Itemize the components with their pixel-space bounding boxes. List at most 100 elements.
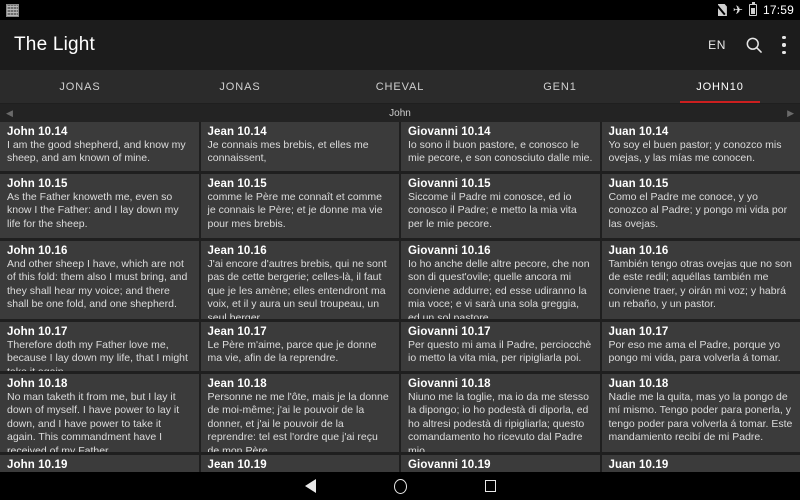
app-bar: The Light EN: [0, 20, 800, 70]
verse-card[interactable]: Juan 10.19 Y volvió á haber disensión en…: [601, 455, 800, 472]
verse-text: Per questo mi ama il Padre, perciocchè i…: [408, 339, 592, 365]
language-button[interactable]: EN: [708, 38, 726, 52]
tab-jonas-2[interactable]: JONAS: [160, 70, 320, 103]
verse-text: comme le Père me connaît et comme je con…: [207, 191, 383, 230]
verse-text: And other sheep I have, which are not of…: [7, 258, 188, 311]
verse-reference: John 10.17: [7, 326, 68, 338]
verse-reference: Jean 10.19: [207, 459, 267, 471]
verse-text: Io ho anche delle altre pecore, che non …: [408, 258, 590, 319]
verse-text: Siccome il Padre mi conosce, ed io conos…: [408, 191, 577, 230]
verse-text: Como el Padre me conoce, y yo conozco al…: [608, 191, 788, 230]
verse-column-italian[interactable]: Giovanni 10.14 Io sono il buon pastore, …: [401, 122, 600, 472]
verse-card[interactable]: Juan 10.18 Nadie me la quita, mas yo la …: [601, 374, 800, 452]
verse-text: Je connais mes brebis, et elles me conna…: [207, 139, 369, 165]
verse-reference: John 10.15: [7, 178, 68, 190]
home-icon[interactable]: [393, 478, 407, 494]
search-icon[interactable]: [744, 35, 764, 55]
verse-column-french[interactable]: Jean 10.14 Je connais mes brebis, et ell…: [200, 122, 399, 472]
verse-reference: Giovanni 10.16: [408, 245, 491, 257]
tab-john10[interactable]: JOHN10: [640, 70, 800, 103]
verse-reference: Jean 10.14: [207, 126, 267, 138]
verse-grid: John 10.14 I am the good shepherd, and k…: [0, 122, 800, 472]
verse-reference: Jean 10.15: [207, 178, 267, 190]
verse-text: También tengo otras ovejas que no son de…: [608, 258, 792, 311]
verse-card[interactable]: Giovanni 10.14 Io sono il buon pastore, …: [401, 122, 600, 171]
status-bar-clock: 17:59: [762, 3, 794, 17]
verse-card[interactable]: Jean 10.14 Je connais mes brebis, et ell…: [200, 122, 399, 171]
verse-card[interactable]: John 10.14 I am the good shepherd, and k…: [0, 122, 199, 171]
verse-card[interactable]: Juan 10.14 Yo soy el buen pastor; y cono…: [601, 122, 800, 171]
status-bar: ✈ 17:59: [0, 0, 800, 20]
verse-reference: John 10.16: [7, 245, 68, 257]
verse-column-english[interactable]: John 10.14 I am the good shepherd, and k…: [0, 122, 199, 472]
verse-card[interactable]: John 10.15 As the Father knoweth me, eve…: [0, 174, 199, 238]
verse-card[interactable]: Giovanni 10.19 Perciò nacque di nuovo di…: [401, 455, 600, 472]
tab-label: JOHN10: [696, 80, 744, 93]
app-root: ✈ 17:59 The Light EN JONAS JONAS CHEVAL …: [0, 0, 800, 500]
recents-icon[interactable]: [484, 480, 496, 492]
verse-card[interactable]: Jean 10.16 J'ai encore d'autres brebis, …: [200, 241, 399, 319]
verse-card[interactable]: Giovanni 10.16 Io ho anche delle altre p…: [401, 241, 600, 319]
verse-text: Therefore doth my Father love me, becaus…: [7, 339, 188, 371]
verse-text: I am the good shepherd, and know my shee…: [7, 139, 186, 165]
verse-text: Le Père m'aime, parce que je donne ma vi…: [207, 339, 377, 365]
verse-card[interactable]: Jean 10.18 Personne ne me l'ôte, mais je…: [200, 374, 399, 452]
verse-reference: Giovanni 10.18: [408, 378, 491, 390]
tab-label: GEN1: [543, 80, 577, 93]
verse-column-spanish[interactable]: Juan 10.14 Yo soy el buen pastor; y cono…: [601, 122, 800, 472]
verse-reference: John 10.19: [7, 459, 68, 471]
verse-text: Io sono il buon pastore, e conosco le mi…: [408, 139, 593, 165]
verse-card[interactable]: Giovanni 10.18 Niuno me la toglie, ma io…: [401, 374, 600, 452]
verse-text: Personne ne me l'ôte, mais je la donne d…: [207, 391, 389, 452]
tab-bar: JONAS JONAS CHEVAL GEN1 JOHN10: [0, 70, 800, 104]
verse-card[interactable]: John 10.18 No man taketh it from me, but…: [0, 374, 199, 452]
tab-jonas-1[interactable]: JONAS: [0, 70, 160, 103]
battery-icon: [748, 2, 757, 16]
verse-reference: Juan 10.15: [608, 178, 669, 190]
tab-gen1[interactable]: GEN1: [480, 70, 640, 103]
no-sim-icon: [718, 4, 727, 16]
verse-text: Por eso me ama el Padre, porque yo pongo…: [608, 339, 781, 365]
verse-card[interactable]: Jean 10.17 Le Père m'aime, parce que je …: [200, 322, 399, 371]
verse-card[interactable]: Giovanni 10.17 Per questo mi ama il Padr…: [401, 322, 600, 371]
verse-text: Niuno me la toglie, ma io da me stesso l…: [408, 391, 589, 452]
verse-reference: Jean 10.16: [207, 245, 267, 257]
status-bar-right: ✈ 17:59: [718, 2, 794, 17]
tab-label: JONAS: [219, 80, 261, 93]
book-bar: ◀ John ▶: [0, 104, 800, 122]
book-title: John: [389, 107, 411, 119]
tab-cheval[interactable]: CHEVAL: [320, 70, 480, 103]
tab-label: JONAS: [59, 80, 101, 93]
verse-card[interactable]: Jean 10.15 comme le Père me connaît et c…: [200, 174, 399, 238]
verse-reference: John 10.18: [7, 378, 68, 390]
verse-text: As the Father knoweth me, even so know I…: [7, 191, 179, 230]
verse-reference: Juan 10.17: [608, 326, 669, 338]
app-notification-icon: [6, 3, 19, 17]
verse-card[interactable]: John 10.19 There was a division therefor…: [0, 455, 199, 472]
verse-reference: Juan 10.19: [608, 459, 669, 471]
verse-card[interactable]: John 10.16 And other sheep I have, which…: [0, 241, 199, 319]
verse-card[interactable]: Giovanni 10.15 Siccome il Padre mi conos…: [401, 174, 600, 238]
verse-reference: Giovanni 10.15: [408, 178, 491, 190]
app-title: The Light: [14, 34, 96, 55]
status-bar-left: [6, 3, 718, 17]
verse-reference: Giovanni 10.19: [408, 459, 491, 471]
android-navigation-bar: [0, 472, 800, 500]
verse-card[interactable]: Juan 10.16 También tengo otras ovejas qu…: [601, 241, 800, 319]
verse-card[interactable]: Juan 10.15 Como el Padre me conoce, y yo…: [601, 174, 800, 238]
tab-label: CHEVAL: [375, 80, 425, 93]
verse-reference: Juan 10.18: [608, 378, 669, 390]
back-icon[interactable]: [304, 479, 316, 493]
verse-reference: Giovanni 10.17: [408, 326, 491, 338]
verse-reference: Juan 10.16: [608, 245, 669, 257]
verse-card[interactable]: Jean 10.19 Il y eut de nouveau, à cause …: [200, 455, 399, 472]
app-bar-actions: EN: [708, 35, 786, 55]
verse-card[interactable]: Juan 10.17 Por eso me ama el Padre, porq…: [601, 322, 800, 371]
verse-card[interactable]: John 10.17 Therefore doth my Father love…: [0, 322, 199, 371]
verse-text: No man taketh it from me, but I lay it d…: [7, 391, 180, 452]
overflow-menu-icon[interactable]: [782, 36, 786, 54]
verse-text: J'ai encore d'autres brebis, qui ne sont…: [207, 258, 387, 319]
airplane-mode-icon: ✈: [732, 3, 743, 17]
verse-reference: Giovanni 10.14: [408, 126, 491, 138]
verse-text: Nadie me la quita, mas yo la pongo de mí…: [608, 391, 793, 444]
